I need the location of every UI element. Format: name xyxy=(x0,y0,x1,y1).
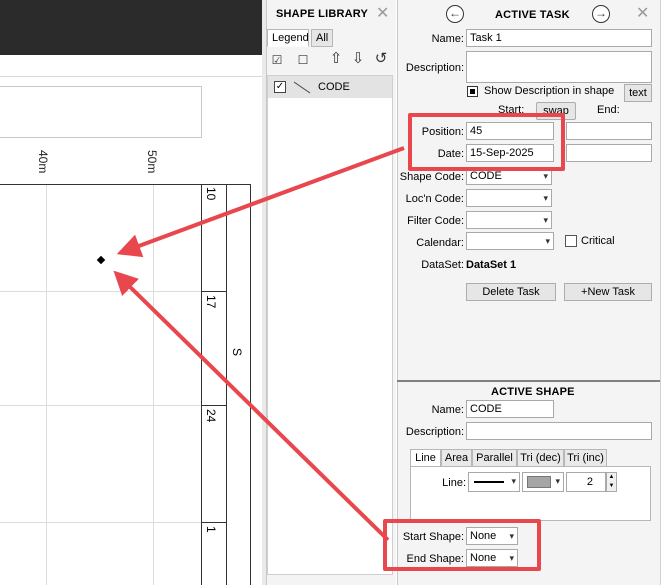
arrow-to-marker-from-position xyxy=(116,146,405,258)
arrow-to-marker-from-shape xyxy=(113,270,390,542)
annotation-arrows xyxy=(113,146,405,542)
